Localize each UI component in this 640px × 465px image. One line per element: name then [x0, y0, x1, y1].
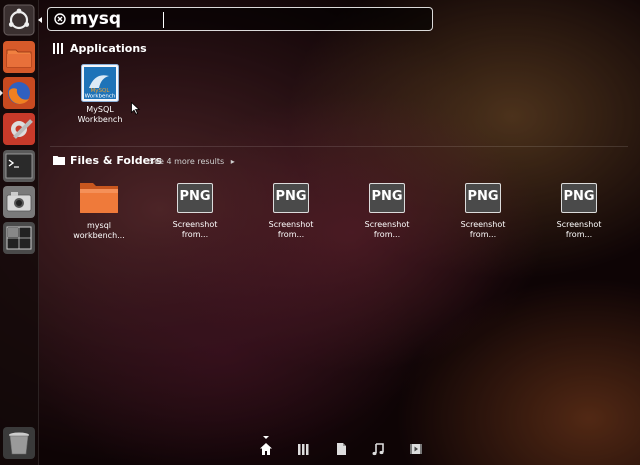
file-result-png[interactable]: PNG Screenshot from... — [445, 183, 521, 240]
terminal-launcher[interactable] — [3, 150, 35, 182]
terminal-icon — [3, 150, 35, 182]
png-file-icon: PNG — [369, 183, 405, 213]
workbench-icon-text: Workbench — [85, 94, 116, 100]
home-lens-icon[interactable] — [259, 442, 273, 456]
launcher — [0, 0, 39, 465]
mouse-pointer-icon — [131, 102, 140, 115]
screenshot-launcher[interactable] — [3, 186, 35, 218]
music-lens-icon[interactable] — [371, 442, 385, 456]
file-label: Screenshot from... — [364, 220, 410, 239]
lens-bar — [38, 436, 640, 465]
mysql-workbench-icon: MySQL Workbench — [81, 64, 119, 102]
home-folder-launcher[interactable] — [3, 41, 35, 73]
app-label: MySQL Workbench — [77, 105, 123, 124]
file-result-png[interactable]: PNG Screenshot from... — [349, 183, 425, 240]
trash-launcher[interactable] — [3, 427, 35, 459]
screenshot-camera-icon — [3, 186, 35, 218]
system-settings-icon — [3, 113, 35, 145]
applications-category-icon — [53, 43, 63, 54]
workspace-switcher-launcher[interactable] — [3, 222, 35, 254]
expand-arrow-icon: ▸ — [230, 157, 235, 166]
trash-icon — [3, 427, 35, 459]
dash-home-button[interactable] — [3, 4, 35, 36]
ubuntu-logo-icon — [3, 4, 35, 36]
active-lens-indicator — [263, 436, 269, 439]
app-result-mysql-workbench[interactable]: MySQL Workbench MySQL Workbench — [62, 64, 138, 125]
file-label: Screenshot from... — [460, 220, 506, 239]
file-result-png[interactable]: PNG Screenshot from... — [157, 183, 233, 240]
file-label: mysql workbench... — [73, 221, 125, 240]
workspace-switcher-icon — [3, 222, 35, 254]
folder-category-icon — [53, 156, 65, 165]
category-separator — [50, 146, 628, 147]
folder-icon — [80, 183, 118, 213]
file-result-png[interactable]: PNG Screenshot from... — [253, 183, 329, 240]
file-label: Screenshot from... — [268, 220, 314, 239]
system-settings-launcher[interactable] — [3, 113, 35, 145]
file-label: Screenshot from... — [172, 220, 218, 239]
firefox-launcher[interactable] — [0, 77, 35, 109]
files-lens-icon[interactable] — [334, 442, 348, 456]
firefox-icon — [3, 77, 35, 109]
png-file-icon: PNG — [273, 183, 309, 213]
video-lens-icon[interactable] — [409, 442, 423, 456]
applications-lens-icon[interactable] — [297, 442, 311, 456]
file-result-png[interactable]: PNG Screenshot from... — [541, 183, 617, 240]
file-result-folder[interactable]: mysql workbench... — [61, 180, 137, 241]
dash-open-indicator — [38, 17, 42, 23]
png-file-icon: PNG — [561, 183, 597, 213]
dash-results: Applications MySQL Workbench MySQL Workb… — [38, 0, 640, 465]
png-file-icon: PNG — [465, 183, 501, 213]
see-more-results-link[interactable]: See 4 more results ▸ — [149, 157, 235, 166]
applications-heading[interactable]: Applications — [53, 42, 253, 56]
file-label: Screenshot from... — [556, 220, 602, 239]
home-folder-icon — [3, 41, 35, 73]
png-file-icon: PNG — [177, 183, 213, 213]
